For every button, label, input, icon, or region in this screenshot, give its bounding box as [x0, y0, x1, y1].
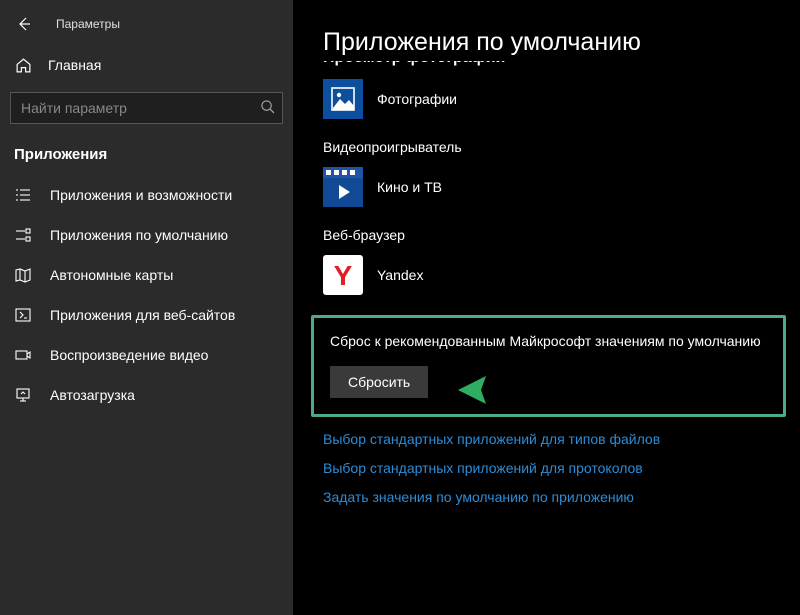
- nav-item-label: Автономные карты: [50, 267, 173, 283]
- nav-item-startup[interactable]: Автозагрузка: [0, 375, 293, 415]
- links-section: Выбор стандартных приложений для типов ф…: [323, 431, 776, 505]
- back-button[interactable]: [12, 12, 36, 36]
- reset-button[interactable]: Сбросить: [330, 366, 428, 398]
- reset-highlight-box: Сброс к рекомендованным Майкрософт значе…: [311, 315, 786, 417]
- nav-item-apps-for-websites[interactable]: Приложения для веб-сайтов: [0, 295, 293, 335]
- link-file-types[interactable]: Выбор стандартных приложений для типов ф…: [323, 431, 776, 447]
- movies-app-icon: [323, 167, 363, 207]
- nav-item-video-playback[interactable]: Воспроизведение видео: [0, 335, 293, 375]
- nav-item-label: Автозагрузка: [50, 387, 135, 403]
- default-app-section-browser: Веб-браузер Y Yandex: [323, 227, 776, 297]
- titlebar: Параметры: [0, 6, 293, 46]
- default-app-chip[interactable]: Y Yandex: [323, 253, 776, 297]
- nav-home-label: Главная: [48, 57, 101, 73]
- annotation-arrow-icon: [456, 370, 626, 410]
- nav-item-offline-maps[interactable]: Автономные карты: [0, 255, 293, 295]
- web-apps-icon: [14, 306, 32, 324]
- nav-item-apps-features[interactable]: Приложения и возможности: [0, 175, 293, 215]
- default-app-name: Фотографии: [377, 91, 457, 107]
- reset-description: Сброс к рекомендованным Майкрософт значе…: [330, 332, 767, 352]
- main-content: Приложения по умолчанию Просмотр фотогра…: [293, 0, 800, 615]
- arrow-left-icon: [16, 16, 32, 32]
- home-icon: [14, 56, 32, 74]
- link-protocols[interactable]: Выбор стандартных приложений для протоко…: [323, 460, 776, 476]
- yandex-app-icon: Y: [323, 255, 363, 295]
- photos-app-icon: [323, 79, 363, 119]
- link-by-app[interactable]: Задать значения по умолчанию по приложен…: [323, 489, 776, 505]
- default-app-section-photos: Фотографии: [323, 77, 776, 121]
- map-icon: [14, 266, 32, 284]
- nav-home[interactable]: Главная: [0, 46, 293, 84]
- defaults-icon: [14, 226, 32, 244]
- section-label: Веб-браузер: [323, 227, 776, 243]
- sidebar: Параметры Главная Приложения Приложения …: [0, 0, 293, 615]
- nav-list: Приложения и возможности Приложения по у…: [0, 175, 293, 415]
- list-icon: [14, 186, 32, 204]
- search-input[interactable]: [10, 92, 283, 124]
- category-label: Приложения: [0, 138, 293, 175]
- startup-icon: [14, 386, 32, 404]
- cutoff-section-label: Просмотр фотографий: [323, 61, 776, 73]
- section-label: Видеопроигрыватель: [323, 139, 776, 155]
- default-app-name: Кино и ТВ: [377, 179, 442, 195]
- nav-item-label: Приложения и возможности: [50, 187, 232, 203]
- page-title: Приложения по умолчанию: [323, 28, 776, 57]
- video-icon: [14, 346, 32, 364]
- default-app-section-video: Видеопроигрыватель Кино и ТВ: [323, 139, 776, 209]
- window-title: Параметры: [56, 17, 120, 31]
- default-app-name: Yandex: [377, 267, 423, 283]
- nav-item-label: Приложения по умолчанию: [50, 227, 228, 243]
- default-app-chip[interactable]: Фотографии: [323, 77, 776, 121]
- nav-item-label: Приложения для веб-сайтов: [50, 307, 235, 323]
- svg-text:Y: Y: [334, 260, 353, 291]
- nav-item-label: Воспроизведение видео: [50, 347, 208, 363]
- search-container: [0, 84, 293, 138]
- nav-item-default-apps[interactable]: Приложения по умолчанию: [0, 215, 293, 255]
- default-app-chip[interactable]: Кино и ТВ: [323, 165, 776, 209]
